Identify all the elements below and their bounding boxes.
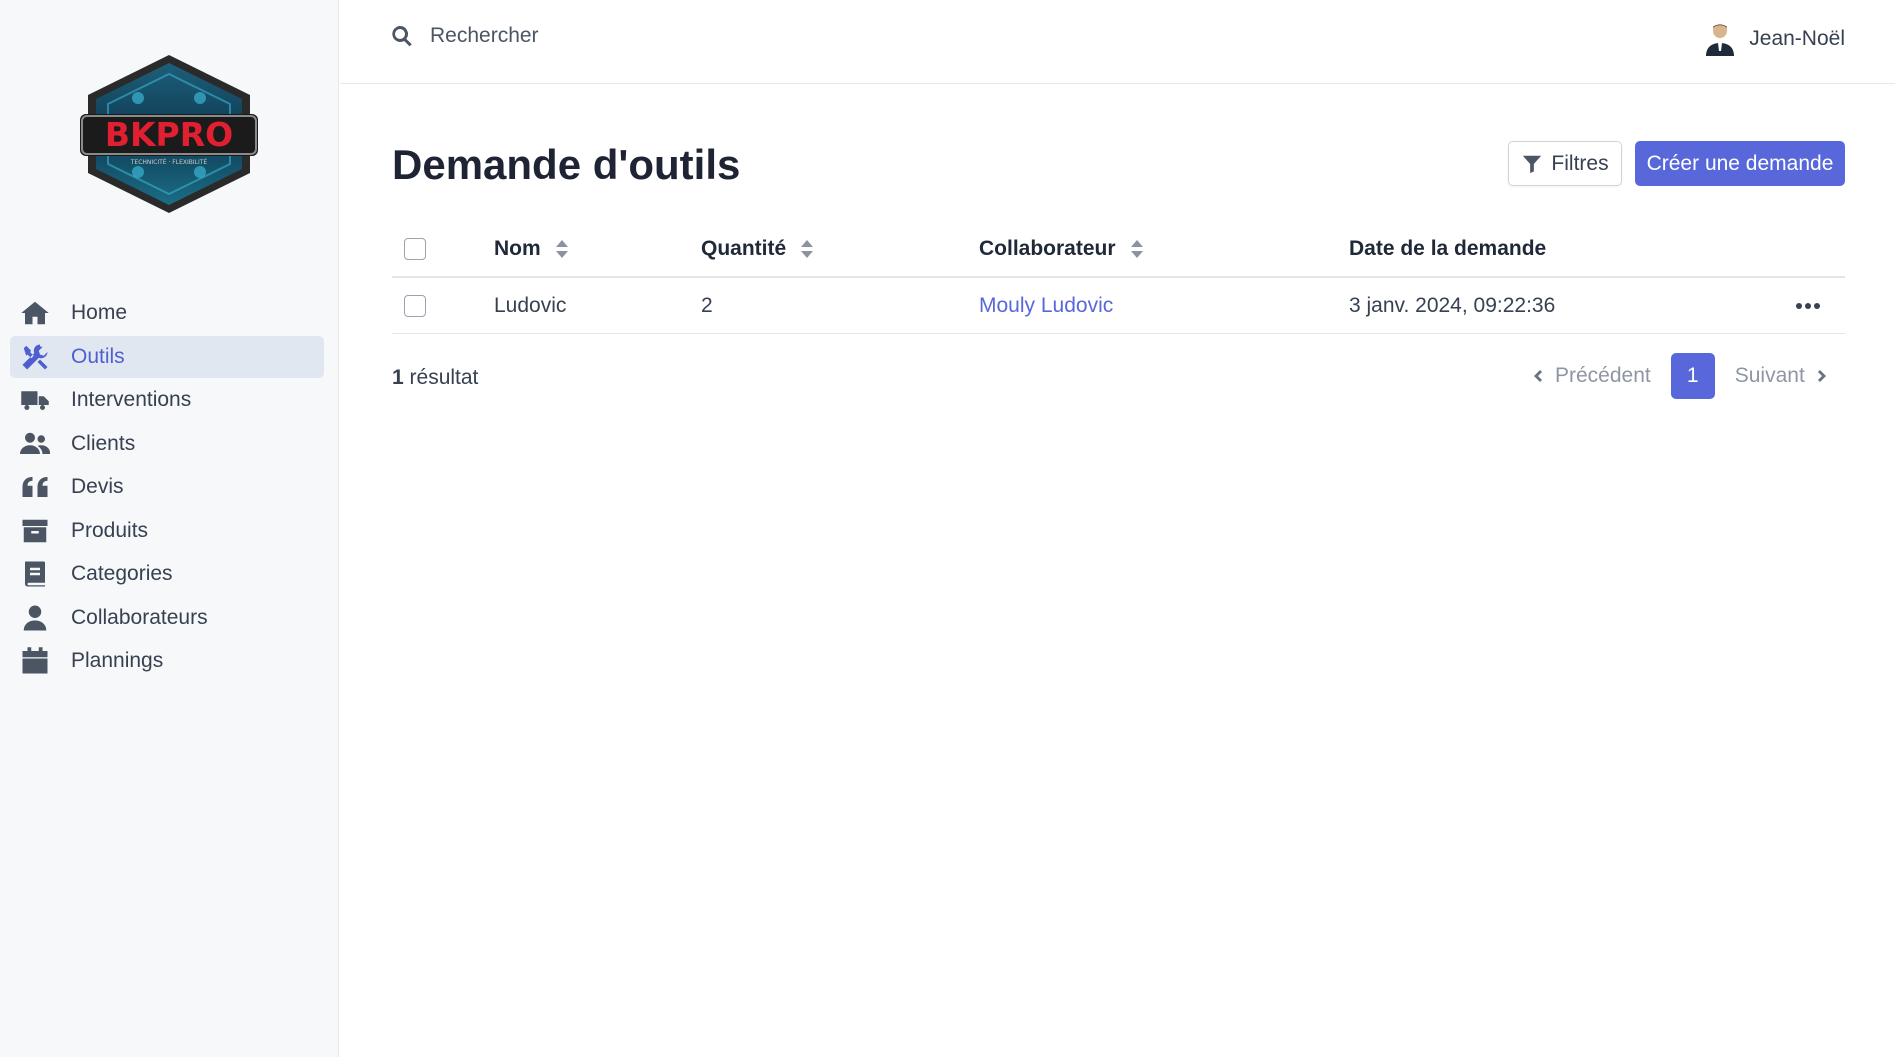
- sort-icon[interactable]: [800, 238, 814, 260]
- search-input[interactable]: [430, 24, 830, 48]
- user-menu[interactable]: Jean-Noël: [1705, 22, 1845, 56]
- search-icon: [392, 26, 412, 47]
- create-request-button[interactable]: Créer une demande: [1635, 141, 1845, 186]
- search-bar: [390, 24, 830, 48]
- row-checkbox[interactable]: [404, 294, 426, 317]
- sidebar: BKPRO TECHNICITÉ · FLEXIBILITÉ Home Outi…: [0, 0, 339, 1057]
- collaborator-link[interactable]: Mouly Ludovic: [979, 294, 1113, 318]
- page-title: Demande d'outils: [392, 141, 741, 188]
- filter-icon: [1523, 155, 1542, 173]
- filters-button[interactable]: Filtres: [1508, 141, 1622, 186]
- sidebar-item-label: Interventions: [71, 388, 192, 411]
- sidebar-item-interventions[interactable]: Interventions: [10, 379, 324, 421]
- sidebar-item-label: Home: [71, 301, 128, 324]
- logo-tagline: TECHNICITÉ · FLEXIBILITÉ: [130, 158, 208, 166]
- avatar: [1706, 24, 1735, 56]
- archive-icon: [18, 514, 52, 548]
- row-actions-button[interactable]: [1788, 291, 1828, 321]
- sidebar-item-home[interactable]: Home: [10, 292, 324, 334]
- filters-label: Filtres: [1551, 151, 1609, 175]
- tools-icon: [18, 340, 52, 374]
- sidebar-item-label: Outils: [71, 344, 125, 368]
- table-row[interactable]: Ludovic 2 Mouly Ludovic 3 janv. 2024, 09…: [392, 278, 1845, 334]
- pagination: Précédent 1 Suivant: [1531, 353, 1829, 399]
- sidebar-item-categories[interactable]: Categories: [10, 553, 324, 595]
- requests-table: Nom Quantité Collaborateur Date de la de…: [392, 221, 1845, 334]
- quote-icon: [18, 470, 52, 504]
- chevron-left-icon: [1534, 370, 1542, 382]
- cell-name: Ludovic: [494, 293, 567, 317]
- column-header-collaborator[interactable]: Collaborateur: [979, 221, 1144, 276]
- sidebar-item-label: Categories: [71, 562, 173, 585]
- previous-page-button[interactable]: Précédent: [1531, 364, 1651, 388]
- users-icon: [18, 427, 52, 461]
- sidebar-nav: Home Outils Interventions Clients Devis: [10, 292, 324, 684]
- truck-icon: [18, 383, 52, 417]
- more-horizontal-icon: [1796, 302, 1820, 309]
- cell-quantity: 2: [701, 293, 713, 317]
- chevron-right-icon: [1817, 370, 1826, 382]
- calendar-icon: [18, 644, 52, 678]
- select-all-checkbox[interactable]: [404, 237, 426, 260]
- topbar: Jean-Noël: [340, 0, 1895, 84]
- sort-icon[interactable]: [555, 238, 569, 260]
- next-page-button[interactable]: Suivant: [1735, 364, 1829, 388]
- sidebar-item-clients[interactable]: Clients: [10, 423, 324, 465]
- sidebar-item-devis[interactable]: Devis: [10, 466, 324, 508]
- sidebar-item-label: Clients: [71, 431, 136, 455]
- results-count: 1 résultat: [392, 366, 479, 389]
- sidebar-item-plannings[interactable]: Plannings: [10, 640, 324, 682]
- sidebar-item-label: Devis: [71, 475, 124, 498]
- column-header-name[interactable]: Nom: [494, 221, 569, 276]
- bkpro-logo[interactable]: BKPRO TECHNICITÉ · FLEXIBILITÉ: [80, 52, 258, 216]
- cell-date: 3 janv. 2024, 09:22:36: [1349, 293, 1556, 317]
- sidebar-item-label: Produits: [71, 518, 149, 542]
- page-1-button[interactable]: 1: [1670, 353, 1715, 399]
- sidebar-item-outils[interactable]: Outils: [10, 335, 324, 378]
- logo-text: BKPRO: [105, 115, 233, 154]
- user-icon: [18, 601, 52, 635]
- table-header: Nom Quantité Collaborateur Date de la de…: [392, 221, 1845, 278]
- column-header-quantity[interactable]: Quantité: [701, 221, 814, 276]
- home-icon: [18, 296, 52, 330]
- column-header-date: Date de la demande: [1349, 236, 1547, 260]
- book-icon: [18, 557, 52, 591]
- sidebar-item-produits[interactable]: Produits: [10, 510, 324, 552]
- user-name: Jean-Noël: [1749, 27, 1845, 50]
- sidebar-item-label: Plannings: [71, 649, 164, 672]
- sidebar-item-label: Collaborateurs: [71, 605, 208, 629]
- sidebar-item-collaborateurs[interactable]: Collaborateurs: [10, 597, 324, 639]
- sort-icon[interactable]: [1130, 238, 1144, 260]
